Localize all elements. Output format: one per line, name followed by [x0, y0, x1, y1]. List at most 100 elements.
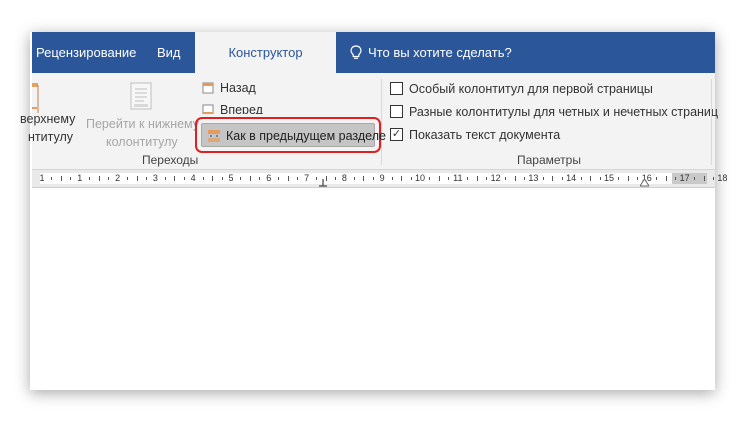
goto-header-label-2: нтитулу	[28, 130, 73, 144]
ruler-text-area	[40, 173, 672, 184]
ruler-tick	[476, 176, 478, 181]
ruler-number: 12	[490, 173, 501, 183]
diff-odd-even-option[interactable]: Разные колонтитулы для четных и нечетных…	[390, 105, 718, 119]
header-page-icon	[32, 83, 39, 113]
ruler-tick	[561, 177, 563, 180]
horizontal-ruler[interactable]: 1 1 2 3 4 5 6 7 8 9 10 11 12 13 14 15 16 17 18	[32, 170, 727, 188]
ruler-tick	[627, 176, 629, 181]
ruler-tick	[523, 177, 525, 180]
document-page[interactable]	[32, 188, 715, 390]
ruler-tick	[240, 177, 242, 180]
show-doc-text-option[interactable]: ✓ Показать текст документа	[390, 128, 560, 142]
ruler-tick	[108, 177, 110, 180]
ruler-tick	[145, 177, 147, 180]
ruler-tick	[391, 177, 393, 180]
ruler-number: 17	[679, 173, 690, 183]
ruler-tick	[212, 176, 214, 181]
forward-button[interactable]: Вперед	[202, 103, 263, 114]
ruler-number: 9	[379, 173, 385, 183]
diff-first-page-label: Особый колонтитул для первой страницы	[409, 82, 653, 96]
ruler-number: 3	[152, 173, 158, 183]
tab-view[interactable]: Вид	[157, 32, 181, 73]
ruler-tick	[278, 177, 280, 180]
link-to-previous-button[interactable]: Как в предыдущем разделе	[201, 123, 386, 147]
show-doc-text-checkbox[interactable]: ✓	[390, 128, 403, 142]
ruler-tick	[259, 177, 261, 180]
tab-designer[interactable]: Конструктор	[195, 32, 336, 73]
goto-footer-label-1: Перейти к нижнему	[86, 117, 200, 131]
ruler-tick	[401, 176, 403, 181]
ruler-tick	[51, 177, 53, 180]
next-header-icon	[202, 104, 214, 114]
ruler-tick	[89, 177, 91, 180]
ruler-tick	[665, 176, 667, 181]
ruler-tick	[448, 177, 450, 180]
ruler-tick	[580, 177, 582, 180]
ruler-number: 15	[603, 173, 615, 183]
ruler-number: 4	[190, 173, 196, 183]
previous-header-icon	[202, 82, 214, 94]
ruler-number: 14	[566, 173, 577, 183]
ruler-tick	[174, 176, 176, 181]
ruler-tick	[98, 176, 100, 181]
group-label-navigation: Переходы	[142, 153, 199, 167]
ruler-number: 2	[115, 173, 121, 183]
ruler-tick	[599, 177, 601, 180]
ruler-tick	[675, 177, 677, 180]
link-to-previous-label: Как в предыдущем разделе	[226, 129, 386, 143]
goto-header-label-1: верхнему	[20, 112, 76, 126]
ruler-number: 8	[341, 173, 347, 183]
ruler-tick	[486, 177, 488, 180]
tell-me-box[interactable]: Что вы хотите сделать?	[350, 32, 512, 73]
back-button[interactable]: Назад	[202, 81, 256, 95]
ruler-tick	[590, 176, 592, 181]
ruler-tick	[552, 176, 554, 181]
tab-review[interactable]: Рецензирование	[36, 32, 136, 73]
ruler-tick	[297, 177, 299, 180]
ruler-tick	[438, 176, 440, 181]
back-label: Назад	[220, 81, 256, 95]
ruler-tick	[656, 177, 658, 180]
show-doc-text-label: Показать текст документа	[409, 128, 561, 142]
ruler-tick	[505, 177, 507, 180]
ruler-tick	[429, 177, 431, 180]
group-separator	[381, 79, 382, 165]
ruler-tick	[410, 177, 412, 180]
ruler-number: 6	[266, 173, 272, 183]
link-to-previous-highlight: Как в предыдущем разделе	[195, 117, 386, 153]
link-previous-icon	[208, 130, 220, 142]
ruler-tick	[316, 177, 318, 180]
ruler-tick	[70, 177, 72, 180]
diff-odd-even-checkbox[interactable]	[390, 105, 403, 119]
ruler-tick	[249, 176, 251, 181]
ruler-tick	[372, 177, 374, 180]
ruler-tick	[221, 177, 223, 180]
ruler-tick	[334, 177, 336, 180]
ruler-number: 1	[77, 173, 83, 183]
tell-me-text: Что вы хотите сделать?	[368, 45, 512, 60]
lightbulb-icon	[350, 45, 362, 59]
goto-footer-button[interactable]: Перейти к нижнему колонтитулу	[84, 77, 199, 149]
ruler-tick	[353, 177, 355, 180]
ruler-number: 10	[414, 173, 426, 183]
ruler-tick	[363, 176, 365, 181]
ruler-tick	[287, 176, 289, 181]
right-indent-marker-icon[interactable]	[640, 179, 649, 187]
ruler-tick	[136, 176, 138, 181]
ruler-number: 13	[528, 173, 539, 183]
diff-first-page-option[interactable]: Особый колонтитул для первой страницы	[390, 82, 653, 96]
ruler-tick	[618, 177, 620, 180]
ruler-tick	[183, 177, 185, 180]
ruler-number: 7	[304, 173, 310, 183]
group-separator-right	[711, 79, 712, 165]
ruler-number: 18	[717, 173, 728, 183]
diff-first-page-checkbox[interactable]	[390, 82, 403, 96]
ruler-tick	[637, 177, 639, 180]
goto-footer-label-2: колонтитулу	[106, 135, 178, 149]
ruler-tick	[542, 177, 544, 180]
forward-label: Вперед	[220, 103, 263, 114]
ruler-tick	[514, 176, 516, 181]
group-label-options: Параметры	[517, 153, 581, 167]
diff-odd-even-label: Разные колонтитулы для четных и нечетных…	[409, 105, 719, 119]
goto-header-button[interactable]: верхнему нтитулу	[20, 77, 82, 149]
